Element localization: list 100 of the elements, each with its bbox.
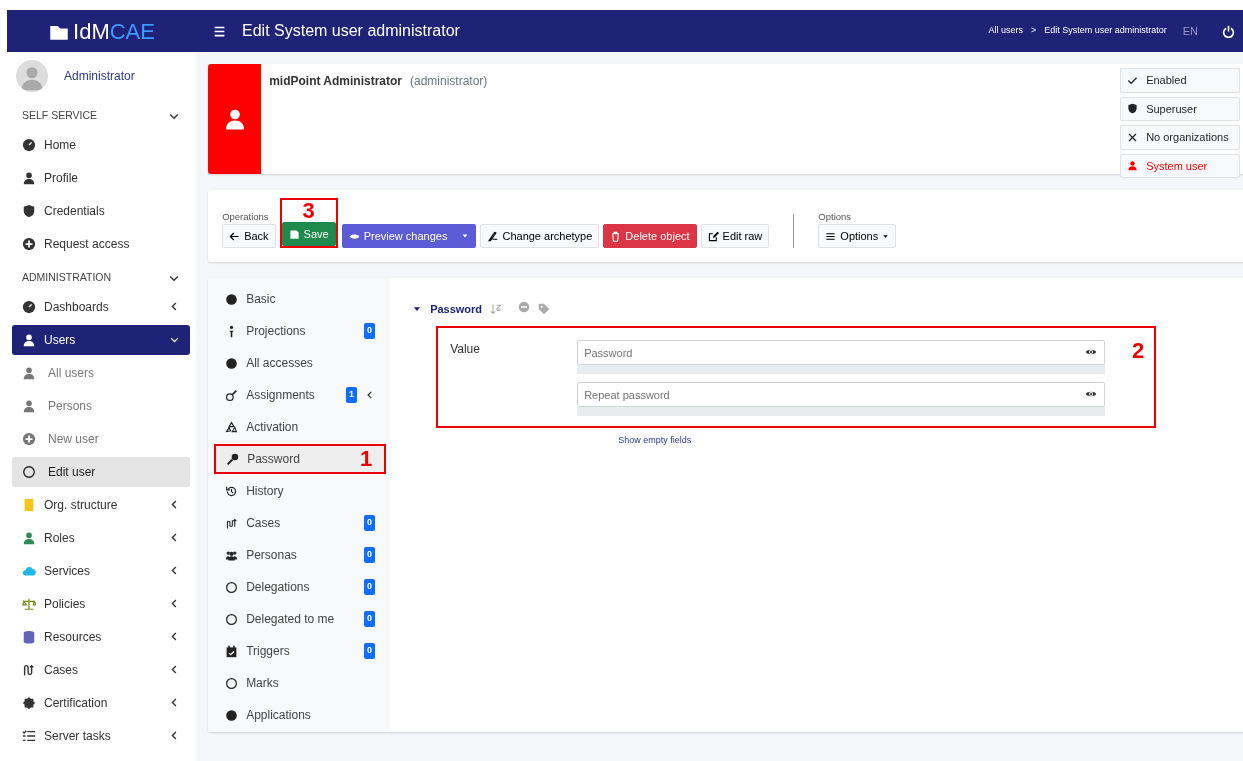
circle-icon (22, 464, 36, 479)
person-icon (1127, 160, 1139, 172)
sort-icon (490, 303, 503, 315)
edit-icon (707, 230, 719, 242)
sidebar-item[interactable]: Credentials (12, 195, 191, 226)
section-header[interactable]: SELF SERVICE (12, 100, 191, 130)
sidebar-subitem[interactable]: Edit user (12, 456, 191, 487)
language-switch[interactable]: EN (1182, 22, 1198, 40)
user-name-link[interactable]: Administrator (64, 67, 135, 85)
circle-icon (225, 708, 239, 722)
sidebar-item[interactable]: Roles (12, 522, 191, 553)
sidebar-item[interactable]: Resources (12, 621, 191, 652)
sidebar-subitem[interactable]: New user (12, 423, 191, 454)
sidebar-item[interactable]: Users (12, 324, 191, 355)
caret-icon (882, 232, 890, 240)
tab[interactable]: History (214, 476, 387, 506)
save-icon (288, 228, 300, 240)
show-empty-fields-link[interactable]: Show empty fields (618, 434, 692, 448)
tab[interactable]: Projections 0 (214, 316, 387, 346)
tab[interactable]: Activation (214, 412, 387, 442)
callout-number: 3 (302, 200, 315, 222)
plus-circle-icon (22, 431, 36, 446)
group-label: Operations (222, 209, 269, 224)
count-badge: 0 (364, 643, 376, 659)
history-icon (225, 484, 239, 498)
user-id: (administrator) (410, 74, 488, 88)
sidebar-item[interactable]: Org. structure (12, 489, 191, 520)
tab[interactable]: Triggers 0 (214, 636, 387, 666)
avatar-icon (16, 60, 48, 92)
circle-icon (225, 356, 239, 370)
tab[interactable]: Assignments 1 (214, 380, 387, 410)
circle-icon (225, 580, 239, 594)
tab[interactable]: Delegations 0 (214, 572, 387, 602)
sidebar-item[interactable]: Certification (12, 687, 191, 718)
action-button[interactable]: Back (222, 224, 276, 248)
tag-icon (538, 303, 551, 315)
minus-circle-icon (518, 301, 531, 313)
menu-toggle[interactable] (213, 24, 226, 38)
trash-icon (610, 230, 622, 242)
password-field[interactable]: Repeat password (577, 382, 1106, 407)
brand-logo: IdMCAE (73, 17, 155, 46)
key-icon (226, 452, 240, 466)
sidebar-item[interactable]: Home (12, 129, 191, 160)
sidebar-item[interactable]: Cases (12, 654, 191, 685)
status-tag: Superuser (1120, 96, 1241, 121)
flow-icon (22, 662, 36, 677)
dashboard-icon (22, 299, 36, 314)
building-icon (22, 497, 36, 512)
tab[interactable]: Delegated to me 0 (214, 604, 387, 634)
action-button[interactable]: Change archetype (480, 224, 600, 248)
person-icon (22, 530, 36, 545)
count-badge: 0 (364, 579, 376, 595)
circle-icon (225, 292, 239, 306)
sidebar-item[interactable]: Policies (12, 588, 191, 619)
count-badge: 0 (364, 547, 376, 563)
tab[interactable]: Marks (214, 668, 387, 698)
action-button[interactable]: Delete object (603, 224, 697, 248)
breadcrumb-item: Edit System user administrator (1044, 24, 1167, 38)
dashboard-icon (22, 137, 36, 152)
page-title: Edit System user administrator (242, 21, 460, 41)
menu-icon (213, 24, 226, 38)
breadcrumb-item[interactable]: All users (988, 24, 1023, 38)
flow-icon (225, 516, 239, 530)
person-icon (22, 332, 36, 347)
status-tag: No organizations (1120, 125, 1241, 150)
status-tag: System user (1120, 153, 1241, 178)
person-icon (22, 398, 36, 413)
sidebar-subitem[interactable]: All users (12, 357, 191, 388)
sidebar-subitem[interactable]: Persons (12, 390, 191, 421)
user-display-name: midPoint Administrator (269, 74, 402, 88)
tab[interactable]: Basic (214, 284, 387, 314)
logout-button[interactable] (1222, 24, 1235, 38)
scale-icon (22, 596, 36, 611)
action-button[interactable]: Save (281, 222, 336, 246)
count-badge: 0 (364, 515, 376, 531)
calendar-icon (225, 644, 239, 658)
password-field[interactable]: Password (577, 340, 1106, 365)
tasks-icon (22, 728, 36, 743)
breadcrumb-separator: > (1030, 24, 1037, 38)
sidebar-item[interactable]: Services (12, 555, 191, 586)
callout-number: 2 (1131, 340, 1145, 365)
sidebar-item[interactable]: Profile (12, 162, 191, 193)
action-button[interactable]: Edit raw (700, 224, 770, 248)
options-dropdown[interactable]: Options (818, 224, 897, 248)
close-icon (1127, 131, 1139, 143)
section-toggle[interactable]: Password (412, 300, 483, 318)
pen-icon (487, 230, 499, 242)
callout-number: 1 (359, 448, 373, 470)
field-label: Value (450, 341, 481, 358)
sidebar-item[interactable]: Server tasks (12, 720, 191, 751)
tab[interactable]: Personas 0 (214, 540, 387, 570)
database-icon (22, 629, 36, 644)
tab[interactable]: Applications (214, 700, 387, 730)
action-button[interactable]: Preview changes (341, 224, 477, 248)
tab[interactable]: Cases 0 (214, 508, 387, 538)
tab[interactable]: All accesses (214, 348, 387, 378)
sidebar-item[interactable]: Dashboards (12, 291, 191, 322)
sidebar-item[interactable]: Request access (12, 228, 191, 259)
section-header[interactable]: ADMINISTRATION (12, 261, 191, 292)
tab[interactable]: Password 1 (214, 444, 387, 474)
